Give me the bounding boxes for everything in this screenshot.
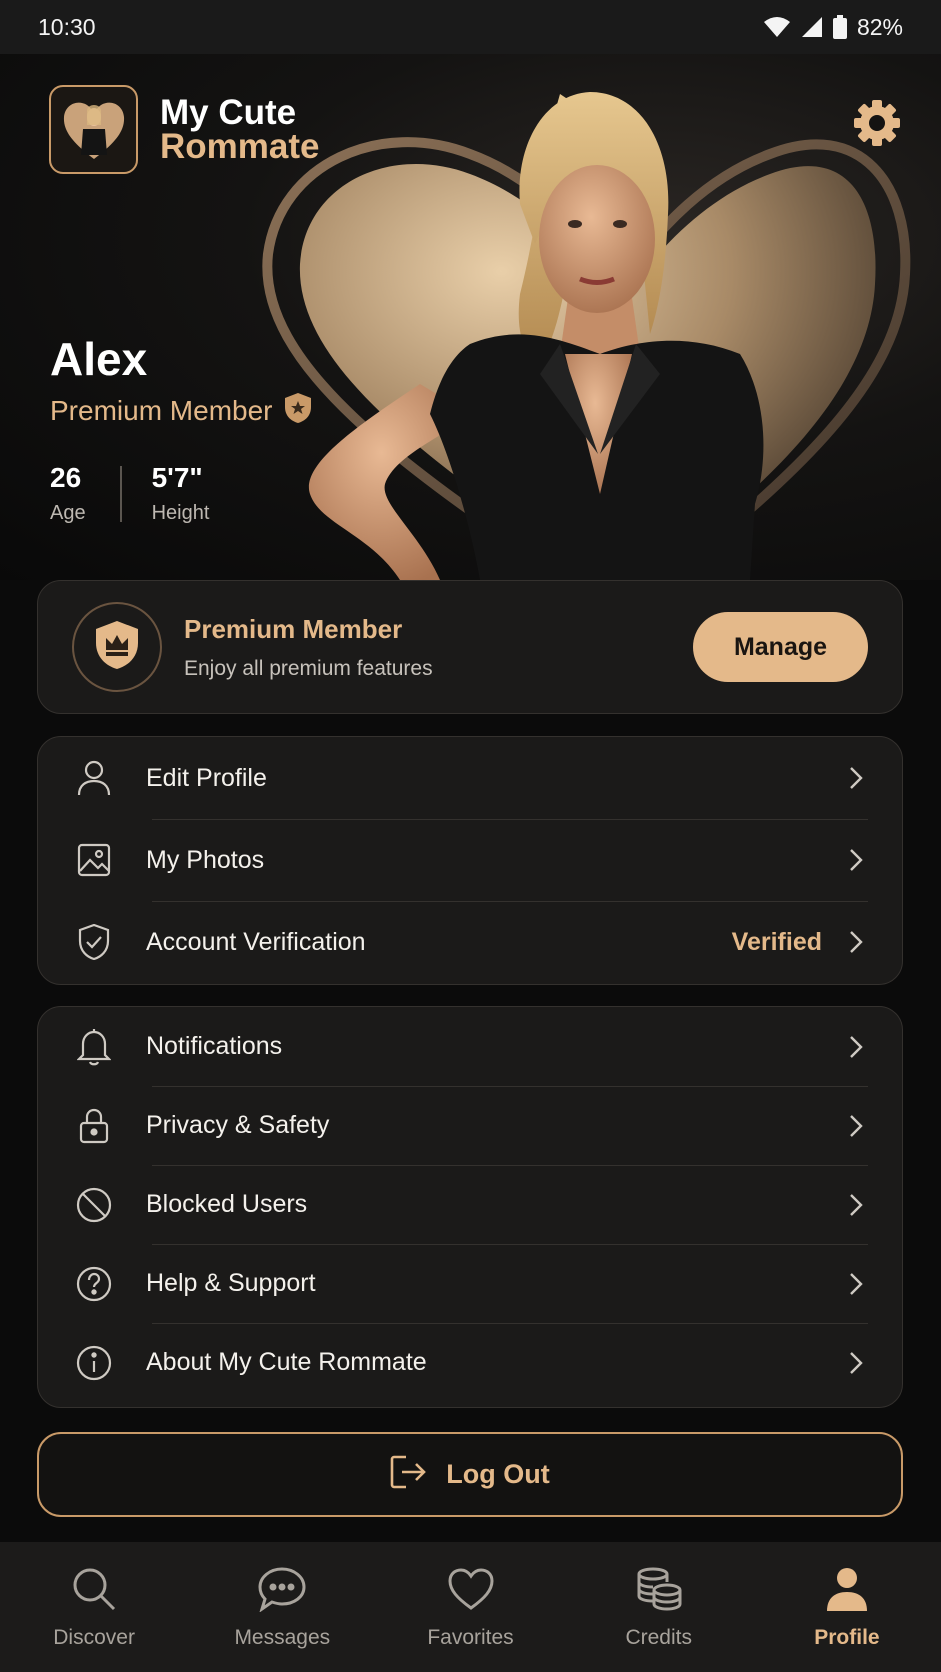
bottom-nav: Discover Messages Favorites Credits Prof…: [0, 1542, 941, 1672]
photo-icon: [74, 840, 114, 880]
user-icon: [74, 758, 114, 798]
wifi-icon: [763, 16, 791, 38]
battery-percent: 82%: [856, 13, 903, 40]
stat-value: 5'7": [151, 462, 203, 493]
star-shield-icon: [284, 392, 312, 429]
crown-shield-icon: [95, 620, 139, 675]
battery-icon: [832, 15, 847, 39]
bell-icon: [74, 1027, 114, 1067]
nav-label: Credits: [625, 1626, 692, 1649]
menu-item-account-verification[interactable]: Account Verification Verified: [38, 901, 902, 983]
search-icon: [69, 1564, 119, 1614]
status-time: 10:30: [38, 13, 96, 40]
nav-messages[interactable]: Messages: [188, 1542, 376, 1672]
coins-icon: [634, 1564, 684, 1614]
shield-check-icon: [74, 922, 114, 962]
menu-item-label: Account Verification: [146, 927, 366, 956]
logout-button[interactable]: Log Out: [37, 1432, 903, 1517]
lock-icon: [74, 1106, 114, 1146]
chevron-right-icon: [844, 930, 868, 954]
stat-label: Age: [50, 502, 86, 524]
menu-item-label: Notifications: [146, 1032, 283, 1060]
chevron-right-icon: [844, 1114, 868, 1138]
menu-item-blocked-users[interactable]: Blocked Users: [38, 1165, 902, 1244]
premium-card: Premium Member Enjoy all premium feature…: [37, 580, 903, 714]
logout-label: Log Out: [446, 1459, 550, 1489]
menu-item-about[interactable]: About My Cute Rommate: [38, 1323, 902, 1402]
logout-icon: [390, 1455, 428, 1494]
chat-icon: [257, 1564, 307, 1614]
settings-button[interactable]: [848, 96, 906, 154]
app-name-line2: Rommate: [160, 126, 320, 166]
block-icon: [74, 1185, 114, 1225]
app-name-line1: My Cute: [160, 92, 297, 132]
nav-label: Profile: [814, 1626, 880, 1649]
nav-label: Favorites: [427, 1626, 514, 1649]
app-logo: [49, 85, 138, 174]
menu-item-help-support[interactable]: Help & Support: [38, 1244, 902, 1323]
menu-item-notifications[interactable]: Notifications: [38, 1007, 902, 1086]
menu-item-my-photos[interactable]: My Photos: [38, 819, 902, 901]
membership-line: Premium Member: [50, 392, 312, 429]
premium-badge: [72, 602, 162, 692]
chevron-right-icon: [844, 766, 868, 790]
chevron-right-icon: [844, 848, 868, 872]
chevron-right-icon: [844, 1035, 868, 1059]
profile-icon: [822, 1564, 872, 1614]
account-menu: Edit Profile My Photos Account Verificat…: [37, 736, 903, 985]
menu-item-label: About My Cute Rommate: [146, 1348, 427, 1376]
status-icons: 82%: [763, 14, 903, 41]
settings-menu: Notifications Privacy & Safety Blocked U…: [37, 1006, 903, 1408]
profile-name: Alex: [50, 333, 148, 385]
signal-icon: [801, 16, 823, 38]
menu-item-label: My Photos: [146, 845, 265, 874]
nav-label: Messages: [234, 1626, 331, 1649]
nav-credits[interactable]: Credits: [565, 1542, 753, 1672]
nav-favorites[interactable]: Favorites: [376, 1542, 564, 1672]
nav-label: Discover: [53, 1626, 135, 1649]
info-icon: [74, 1343, 114, 1383]
chevron-right-icon: [844, 1272, 868, 1296]
premium-subtitle: Enjoy all premium features: [184, 656, 433, 680]
profile-stats: 26 Age 5'7" Height: [50, 462, 209, 525]
stat-divider: [119, 466, 122, 522]
stat-age: 26 Age: [50, 462, 86, 525]
menu-item-privacy-safety[interactable]: Privacy & Safety: [38, 1086, 902, 1165]
gear-icon: [852, 98, 902, 153]
menu-item-label: Blocked Users: [146, 1190, 308, 1218]
profile-hero: My Cute Rommate Alex Premium Member 26 A…: [0, 54, 941, 580]
help-icon: [74, 1264, 114, 1304]
chevron-right-icon: [844, 1193, 868, 1217]
verification-status: Verified: [731, 927, 822, 956]
stat-height: 5'7" Height: [152, 462, 210, 525]
nav-discover[interactable]: Discover: [0, 1542, 188, 1672]
chevron-right-icon: [844, 1351, 868, 1375]
stat-label: Height: [151, 502, 210, 524]
menu-item-label: Edit Profile: [146, 763, 267, 792]
app-brand: My Cute Rommate: [49, 85, 319, 174]
menu-item-label: Help & Support: [146, 1269, 316, 1297]
nav-profile[interactable]: Profile: [753, 1542, 941, 1672]
heart-icon: [446, 1564, 496, 1614]
stat-value: 26: [50, 462, 82, 493]
manage-button[interactable]: Manage: [693, 612, 868, 682]
premium-title: Premium Member: [184, 613, 403, 644]
menu-item-edit-profile[interactable]: Edit Profile: [38, 737, 902, 819]
menu-item-label: Privacy & Safety: [146, 1111, 330, 1139]
membership-label: Premium Member: [50, 394, 273, 426]
status-bar: 10:30 82%: [0, 0, 941, 54]
